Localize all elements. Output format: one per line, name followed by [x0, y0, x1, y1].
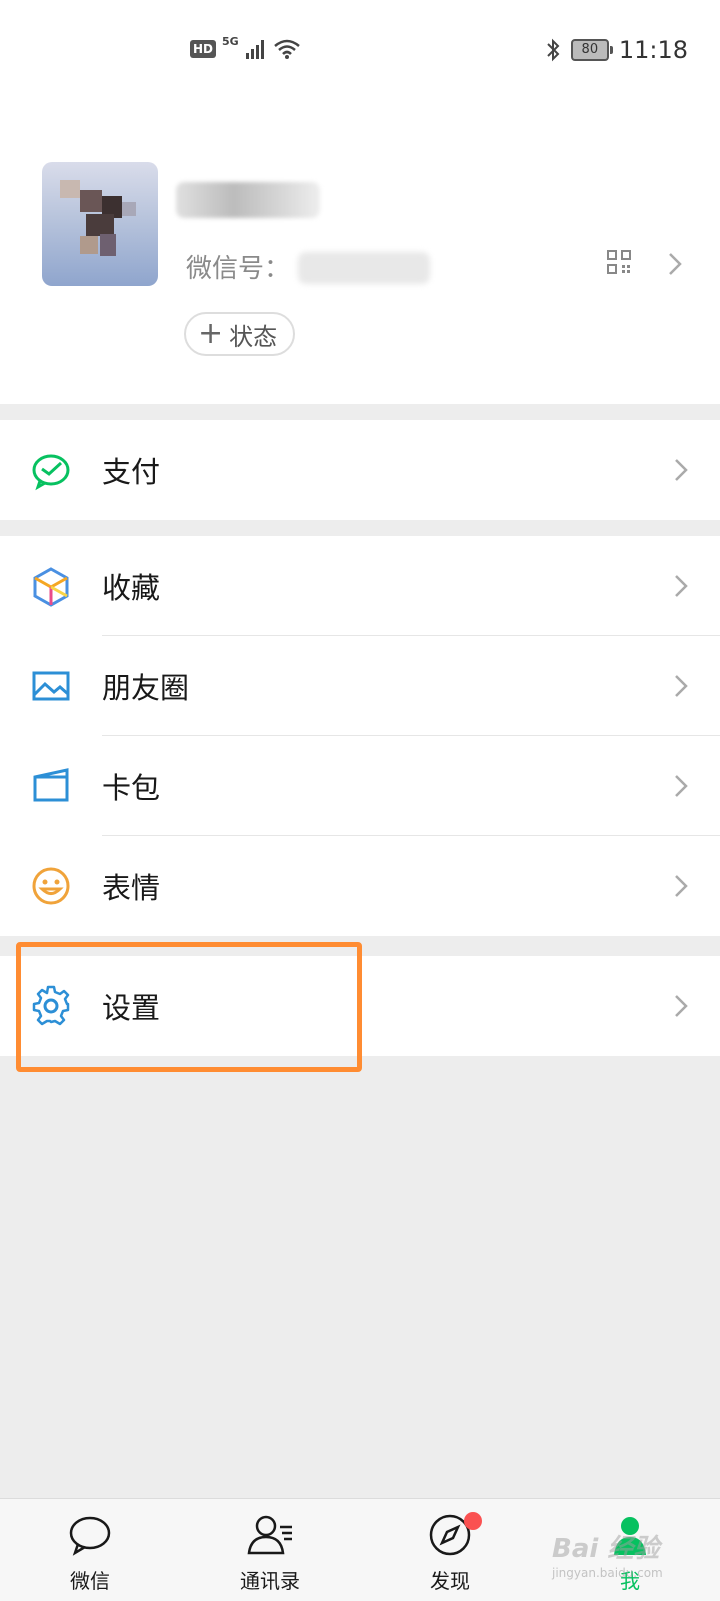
- network-indicators: HD 5G: [190, 34, 301, 60]
- status-right: 80 11:18: [545, 36, 688, 64]
- menu-item-moments[interactable]: 朋友圈: [0, 636, 720, 736]
- battery-icon: 80: [570, 39, 613, 61]
- clock: 11:18: [618, 36, 688, 64]
- chevron-right-icon: [675, 675, 688, 697]
- add-status-button[interactable]: + 状态: [184, 312, 296, 356]
- watermark-url: jingyan.baidu.com: [552, 1566, 663, 1580]
- menu-label-stickers: 表情: [102, 871, 161, 905]
- hd-icon: HD: [190, 40, 217, 58]
- pay-group: 支付: [0, 420, 720, 520]
- menu-label-pay: 支付: [102, 455, 161, 489]
- contacts-icon: [247, 1515, 292, 1555]
- tab-label-contacts: 通讯录: [240, 1569, 300, 1593]
- wechat-id-label: 微信号：: [186, 254, 291, 284]
- chat-bubble-icon: [69, 1516, 111, 1556]
- menu-label-cards: 卡包: [102, 771, 161, 805]
- wechat-id-blurred: [298, 252, 430, 284]
- signal-icon: [245, 40, 264, 59]
- tab-discover[interactable]: 发现: [360, 1499, 540, 1601]
- menu-item-pay[interactable]: 支付: [0, 420, 720, 520]
- network-type: 5G: [222, 34, 239, 48]
- menu-label-moments: 朋友圈: [102, 671, 190, 705]
- tab-label-chats: 微信: [70, 1569, 110, 1593]
- wifi-icon: [273, 39, 300, 59]
- chevron-right-icon: [669, 253, 682, 275]
- tab-contacts[interactable]: 通讯录: [180, 1499, 360, 1601]
- features-group: 收藏 朋友圈 卡包 表情: [0, 536, 720, 936]
- plus-icon: +: [198, 316, 224, 351]
- tab-chats[interactable]: 微信: [0, 1499, 180, 1601]
- status-button-label: 状态: [229, 322, 278, 351]
- menu-item-stickers[interactable]: 表情: [0, 836, 720, 936]
- favorites-cube-icon: [33, 567, 69, 607]
- profile-header[interactable]: 微信号： + 状态: [0, 100, 720, 404]
- bluetooth-icon: [547, 38, 560, 62]
- tab-label-discover: 发现: [430, 1569, 470, 1593]
- moments-image-icon: [32, 671, 70, 701]
- chevron-right-icon: [675, 575, 688, 597]
- menu-item-favorites[interactable]: 收藏: [0, 536, 720, 636]
- chevron-right-icon: [675, 459, 688, 481]
- chevron-right-icon: [675, 775, 688, 797]
- menu-label-favorites: 收藏: [102, 571, 161, 605]
- avatar[interactable]: [42, 162, 158, 286]
- status-bar: HD 5G 80 11:18: [0, 0, 720, 100]
- chevron-right-icon: [675, 995, 688, 1017]
- menu-item-cards[interactable]: 卡包: [0, 736, 720, 836]
- smiley-icon: [32, 867, 70, 905]
- discover-notification-dot: [464, 1512, 482, 1530]
- pay-icon: [32, 454, 70, 491]
- chevron-right-icon: [675, 875, 688, 897]
- nickname-blurred: [176, 182, 320, 218]
- settings-highlight-box: [16, 942, 362, 1072]
- watermark: Bai 经验: [552, 1534, 660, 1564]
- qr-code-icon[interactable]: [607, 250, 631, 274]
- card-wallet-icon: [33, 768, 69, 802]
